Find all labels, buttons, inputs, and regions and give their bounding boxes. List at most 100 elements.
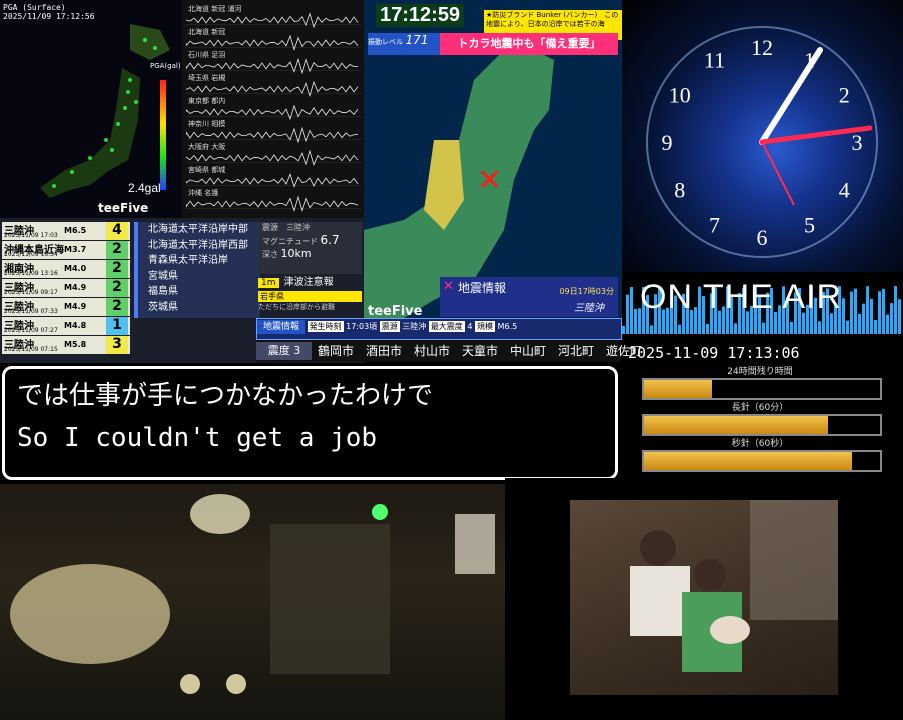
quake-mag: M6.5 (64, 226, 87, 235)
info-time: 17:03頃 (346, 322, 378, 331)
quake-intensity: 3 (106, 336, 128, 354)
info-maxint: 4 (467, 322, 473, 331)
quake-intensity: 4 (106, 222, 128, 240)
gauge-label: 長針（60分） (731, 403, 789, 413)
visualizer-bar (622, 326, 625, 334)
visualizer-bar (630, 287, 633, 334)
gauge-label: 24時間残り時間 (727, 367, 793, 377)
quake-date: 2025/11/09 13:16 (4, 270, 58, 277)
info-title: 地震情報 (257, 320, 306, 334)
tsunami-area-item: 北海道太平洋沿岸西部 (148, 239, 248, 251)
shindo-label: 震度 3 (256, 342, 312, 360)
teefive-logo: teeFive (98, 201, 149, 215)
seismo-row: 沖縄 名護 (186, 188, 362, 212)
tsunami-area-item: 北海道太平洋沿岸中部 (148, 224, 248, 235)
visualizer-bar (890, 303, 893, 334)
quake-list: 三陸沖 2025/11/09 17:03 M6.5 4 沖縄本島近海 2025/11/09… (2, 222, 130, 355)
date-time-readout: 2025-11-09 17:13:06 (628, 344, 800, 362)
tsunami-area-item: 青森県太平洋沿岸 (148, 255, 228, 266)
center-clock: 17:12:59 (376, 4, 465, 27)
visualizer-bar (894, 286, 897, 334)
visualizer-bar (870, 298, 873, 334)
seismo-row: 神奈川 相模 (186, 119, 362, 144)
tsunami-area-item: 福島県 (148, 286, 178, 297)
pga-title: PGA (Surface) (3, 3, 66, 12)
level-label: 振動レベル (368, 38, 403, 46)
subtitle-en: So I couldn't get a job (17, 423, 378, 453)
visualizer-bar (762, 322, 765, 334)
quake-mag: M3.7 (64, 245, 87, 254)
quake-date: 2025/11/09 07:33 (4, 308, 58, 315)
clock-numeral: 8 (674, 178, 685, 203)
subtitle-box: では仕事が手につかなかったわけで So I couldn't get a job (2, 366, 618, 480)
gauge-fill (644, 452, 852, 470)
visualizer-bar (854, 288, 857, 334)
epicenter-value: 三陸沖 (286, 223, 310, 232)
quake-mag: M4.8 (64, 321, 87, 330)
gauge-bar (642, 450, 882, 472)
second-hand (761, 141, 795, 206)
quake-list-item: 沖縄本島近海 2025/11/09 16:34 M3.7 2 (2, 241, 130, 259)
visualizer-bar (842, 298, 845, 334)
quake-intensity: 2 (106, 279, 128, 297)
quake-date: 2025/11/09 16:34 (4, 251, 58, 258)
info-epicenter: 三陸沖 (402, 322, 427, 331)
visualizer-bar (866, 286, 869, 334)
magnitude-box: 震源 三陸沖 マグニチュード 6.7 深さ 10km (258, 222, 362, 274)
shaking-level: 振動レベル 171 (368, 33, 440, 55)
movie-frame (570, 500, 838, 695)
quake-mag: M5.8 (64, 340, 87, 349)
clock-numeral: 7 (709, 212, 720, 237)
clock-numeral: 12 (751, 35, 773, 60)
clock-numeral: 9 (662, 130, 673, 155)
visualizer-bar (634, 308, 637, 334)
seismo-row: 石川県 足羽 (186, 50, 362, 75)
seismo-row: 北海道 新冠 (186, 27, 362, 51)
seismo-trace (186, 195, 359, 212)
seismo-row: 宮崎県 都城 (186, 165, 362, 188)
visualizer-bar (846, 320, 849, 334)
visualizer-bar (882, 288, 885, 334)
quake-mag: M4.9 (64, 302, 87, 311)
tsunami-area: 岩手県 (258, 291, 362, 302)
clock-numeral: 11 (704, 48, 725, 73)
magnitude-value: 6.7 (320, 233, 340, 247)
news-headline: トカラ地震中も「備え重要」 (440, 33, 618, 55)
gauge-bar (642, 378, 882, 400)
level-value: 171 (405, 33, 429, 47)
visualizer-bar (898, 299, 901, 334)
gauge-bar (642, 414, 882, 436)
visualizer-bar (678, 324, 681, 334)
quake-intensity: 2 (106, 298, 128, 316)
alert-x-icon: ✕ (443, 279, 454, 294)
minute-hand (759, 47, 823, 145)
info-epicenter-label: 震源 (379, 321, 400, 332)
visualizer-bar (650, 325, 653, 334)
clock-numeral: 5 (804, 212, 815, 237)
visualizer-bar (818, 321, 821, 334)
info-maxint-label: 最大震度 (428, 321, 465, 332)
pga-map-panel: PGA (Surface) 2025/11/09 17:12:56 PGA(ga… (0, 0, 182, 218)
tsunami-badge: 1m (258, 278, 279, 288)
seismo-row: 東京都 都内 (186, 96, 362, 121)
visualizer-bar (706, 323, 709, 334)
info-mag-label: 規模 (475, 321, 495, 332)
shindo-cities: 鶴岡市 酒田市 村山市 天童市 中山町 河北町 遊佐町 (318, 344, 643, 358)
tsunami-advisory: 1m 津波注意報 岩手県 ただちに沿岸部から避難 (258, 270, 362, 311)
alert-title: 地震情報 (458, 281, 507, 295)
quake-intensity: 1 (106, 317, 128, 335)
visualizer-bar (734, 323, 737, 334)
gauge-fill (644, 380, 713, 398)
info-mag: M6.5 (497, 322, 518, 331)
depth-value: 10km (280, 247, 312, 260)
epicenter-label: 震源 (262, 223, 278, 232)
seismo-row: 北海道 新冠 浦河 (186, 4, 362, 29)
epicenter-x-icon: ✕ (477, 163, 503, 198)
on-air-text: ON THE AIR (640, 278, 843, 316)
tsunami-note: ただちに沿岸部から避難 (258, 303, 335, 311)
clock-numeral: 2 (839, 83, 850, 108)
quake-list-item: 三陸沖 2025/11/09 07:27 M4.8 1 (2, 317, 130, 335)
quake-list-item: 三陸沖 2025/11/09 07:33 M4.9 2 (2, 298, 130, 316)
visualizer-bar (862, 303, 865, 334)
pga-scale-label: PGA(gal) (150, 62, 181, 70)
